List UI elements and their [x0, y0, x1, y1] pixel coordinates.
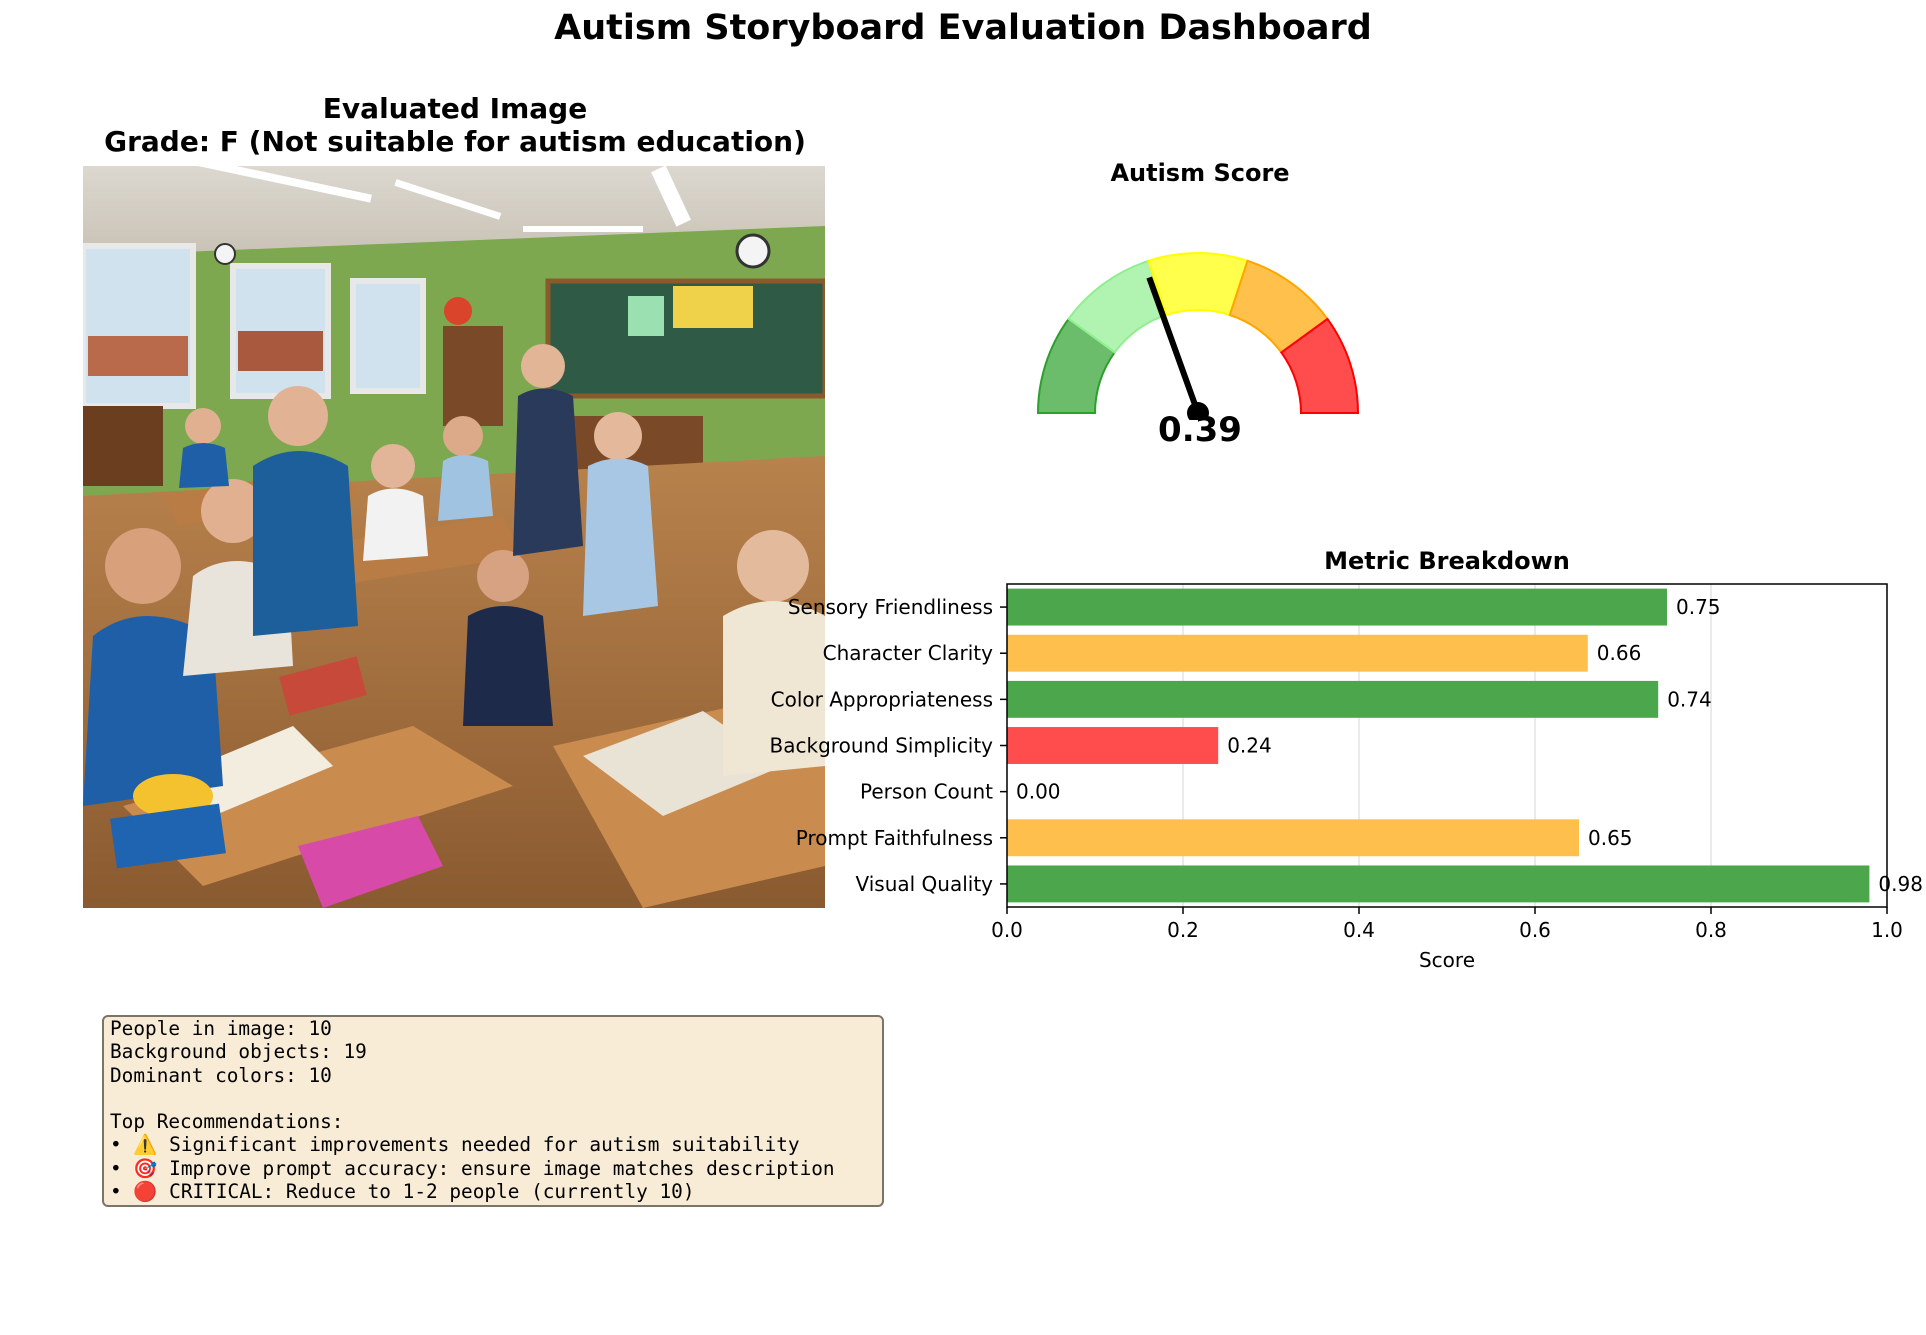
bar-value-label: 0.24	[1227, 734, 1272, 758]
bar-visual-quality	[1007, 865, 1870, 903]
info-line: • ⚠️ Significant improvements needed for…	[110, 1133, 800, 1157]
bar-value-label: 0.00	[1016, 780, 1061, 804]
evaluated-image	[83, 166, 825, 908]
bar-value-label: 0.98	[1878, 872, 1923, 896]
classroom-illustration	[83, 166, 825, 908]
info-line: Dominant colors: 10	[110, 1063, 332, 1087]
x-tick-label: 0.8	[1695, 918, 1727, 942]
category-label: Prompt Faithfulness	[796, 826, 993, 850]
bar-value-label: 0.66	[1597, 641, 1642, 665]
x-tick-label: 0.0	[991, 918, 1023, 942]
category-label: Character Clarity	[823, 641, 993, 665]
autism-score-gauge	[1036, 252, 1360, 420]
x-tick-label: 0.2	[1167, 918, 1199, 942]
x-axis-label: Score	[1419, 948, 1475, 972]
info-line: Top Recommendations:	[110, 1110, 344, 1134]
bar-value-label: 0.74	[1667, 687, 1712, 711]
category-label: Visual Quality	[855, 872, 993, 896]
x-tick-label: 0.4	[1343, 918, 1375, 942]
gauge-value-label: 0.39	[1158, 410, 1242, 450]
dashboard-title: Autism Storyboard Evaluation Dashboard	[554, 8, 1372, 48]
summary-info-box: People in image: 10 Background objects: 1…	[102, 1015, 884, 1207]
info-line: People in image: 10	[110, 1017, 332, 1040]
bar-color-appropriateness	[1007, 680, 1659, 718]
bar-background-simplicity	[1007, 727, 1219, 764]
x-tick-label: 1.0	[1871, 918, 1903, 942]
bar-value-label: 0.65	[1588, 826, 1633, 850]
image-grade-line: Grade: F (Not suitable for autism educat…	[104, 125, 806, 158]
x-tick-label: 0.6	[1519, 918, 1551, 942]
image-panel-title: Evaluated Image Grade: F (Not suitable f…	[70, 92, 840, 158]
info-line	[110, 1087, 882, 1110]
category-label: Person Count	[860, 780, 993, 804]
bar-character-clarity	[1007, 634, 1588, 672]
info-line: • 🔴 CRITICAL: Reduce to 1-2 people (curr…	[110, 1180, 695, 1204]
image-title-line1: Evaluated Image	[322, 92, 588, 125]
bar-prompt-faithfulness	[1007, 819, 1579, 857]
info-line: • 🎯 Improve prompt accuracy: ensure imag…	[110, 1156, 835, 1180]
gauge-title: Autism Score	[1110, 159, 1290, 187]
bar-chart-title: Metric Breakdown	[1324, 547, 1570, 575]
info-line: Background objects: 19	[110, 1040, 367, 1064]
plot-frame	[1006, 583, 1888, 908]
bar-value-label: 0.75	[1676, 595, 1721, 619]
bar-sensory-friendliness	[1007, 588, 1667, 626]
